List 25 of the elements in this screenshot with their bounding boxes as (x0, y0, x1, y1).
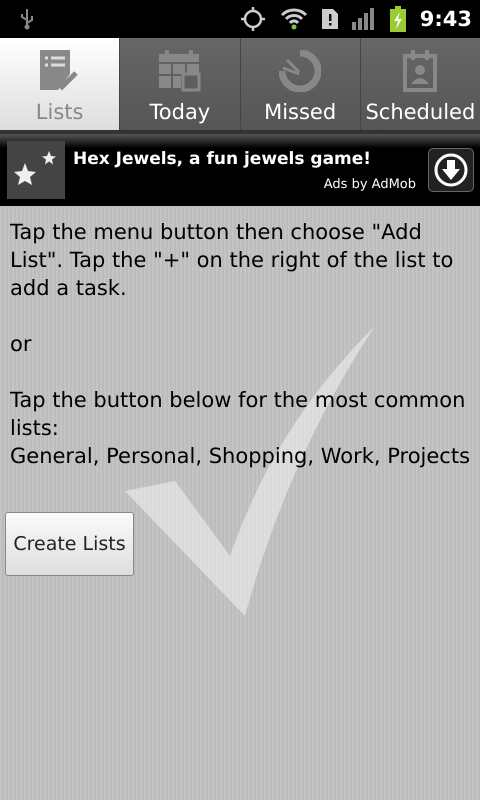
tab[interactable]: Missed (240, 38, 360, 130)
download-icon (433, 152, 469, 188)
calendar-icon (158, 50, 201, 92)
checklist-icon (40, 50, 80, 92)
instruction-text: or (10, 331, 32, 358)
stars-icon (7, 141, 65, 199)
usb-icon (20, 8, 34, 30)
instruction-text: Tap the button below for the most common lists: (10, 387, 466, 442)
instruction-text: Tap the menu button then choose "Add List". Tap the "+" on the right of the list to add a task. (10, 219, 454, 302)
tab[interactable]: Today (119, 38, 240, 130)
download-button[interactable] (428, 148, 474, 192)
clock-icon (279, 50, 322, 92)
ad-banner[interactable]: Hex Jewels, a fun jewels game! Ads by AdMob (0, 134, 480, 206)
gps-icon (240, 6, 266, 32)
create-lists-button[interactable]: Create Lists (5, 512, 134, 576)
battery-icon (390, 6, 406, 32)
contact-calendar-icon (403, 50, 438, 92)
ad-source: Ads by AdMob (324, 176, 416, 192)
alert-icon (322, 9, 338, 29)
clock-time: 9:43 (420, 7, 472, 31)
ad-title: Hex Jewels, a fun jewels game! (73, 148, 372, 168)
tab[interactable]: Scheduled (360, 38, 480, 130)
signal-icon (352, 8, 376, 30)
wifi-icon (280, 7, 308, 31)
instruction-text: General, Personal, Shopping, Work, Projects (10, 443, 472, 470)
